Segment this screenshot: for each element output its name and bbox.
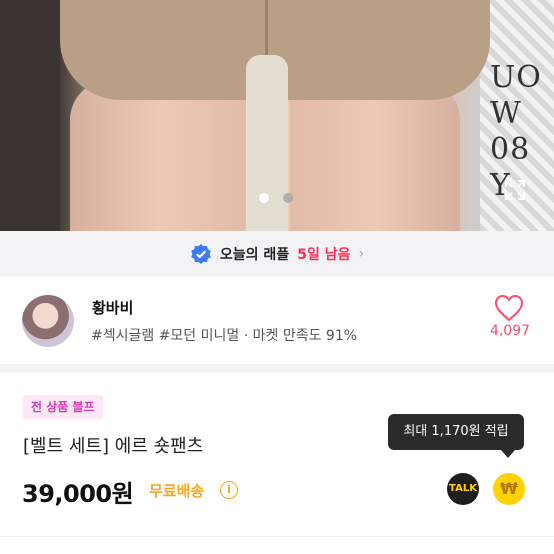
carousel-dot[interactable]	[283, 193, 293, 203]
expand-icon[interactable]	[504, 179, 526, 201]
image-background	[0, 0, 60, 231]
seller-section[interactable]: 황바비 #섹시글램 #모던 미니멀 · 마켓 만족도 91% 4,097	[0, 277, 554, 373]
verified-badge-icon	[191, 244, 211, 264]
raffle-banner[interactable]: 오늘의 래플 5일 남음 ›	[0, 231, 554, 277]
seller-avatar[interactable]	[22, 295, 74, 347]
divider	[0, 536, 554, 537]
heart-icon[interactable]	[494, 294, 524, 322]
carousel-indicator	[259, 193, 293, 203]
free-shipping-label: 무료배송	[149, 482, 205, 500]
image-model-leg	[290, 80, 460, 231]
kakao-talk-icon[interactable]: TALK	[447, 473, 479, 505]
points-tooltip: 최대 1,170원 적립	[388, 414, 524, 458]
seller-name[interactable]: 황바비	[92, 297, 133, 318]
raffle-label: 오늘의 래플	[219, 247, 290, 263]
product-image-carousel[interactable]: UO W 08 Y	[0, 0, 554, 231]
product-title: [벨트 세트] 에르 숏팬츠	[23, 436, 204, 457]
image-belt-tag	[246, 55, 288, 231]
chevron-right-icon: ›	[358, 246, 365, 262]
info-icon[interactable]: i	[220, 481, 238, 499]
points-coin-icon[interactable]: ₩	[493, 473, 525, 505]
like-count: 4,097	[489, 323, 531, 339]
seller-tags: #섹시글램 #모던 미니멀 · 마켓 만족도 91%	[91, 328, 358, 344]
raffle-days-left: 5일 남음	[297, 247, 351, 263]
product-price: 39,000원	[22, 480, 134, 508]
promo-badge: 전 상품 블프	[23, 395, 103, 419]
carousel-dot-active[interactable]	[259, 193, 269, 203]
image-model-leg	[70, 80, 250, 231]
